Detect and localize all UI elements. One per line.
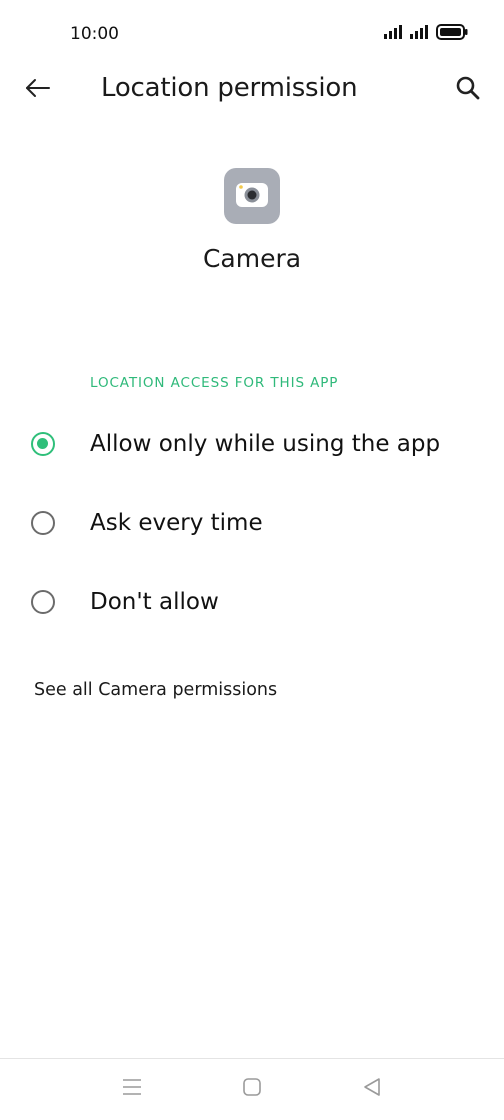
signal-icon [410,24,430,44]
page-title: Location permission [101,73,358,103]
option-label: Ask every time [90,510,263,536]
nav-back-button[interactable] [357,1074,387,1104]
app-name: Camera [202,244,302,273]
option-allow-while-using[interactable]: Allow only while using the app [0,409,504,479]
signal-icon [384,24,404,44]
home-button[interactable] [237,1074,267,1104]
menu-button[interactable] [117,1074,147,1104]
app-icon [224,168,280,224]
option-ask-every-time[interactable]: Ask every time [0,488,504,558]
radio-button[interactable] [31,511,55,535]
back-triangle-icon [362,1077,382,1102]
radio-button-checked[interactable] [31,432,55,456]
arrow-left-icon [25,78,51,103]
option-label: Allow only while using the app [90,431,441,457]
radio-button[interactable] [31,590,55,614]
option-dont-allow[interactable]: Don't allow [0,567,504,637]
section-header: LOCATION ACCESS FOR THIS APP [90,375,339,391]
home-icon [242,1077,262,1102]
back-button[interactable] [20,72,56,108]
menu-icon [122,1078,142,1101]
status-time: 10:00 [70,24,119,44]
nav-divider [0,1058,504,1059]
location-permission-screen: 10:00 Location permission Camera LOCATIO… [0,0,504,1120]
search-icon [455,75,481,106]
search-button[interactable] [450,72,486,108]
option-label: Don't allow [90,589,219,615]
battery-icon [436,23,468,45]
status-icons [384,23,468,45]
camera-icon [232,174,272,219]
see-all-permissions-link[interactable]: See all Camera permissions [34,680,277,700]
